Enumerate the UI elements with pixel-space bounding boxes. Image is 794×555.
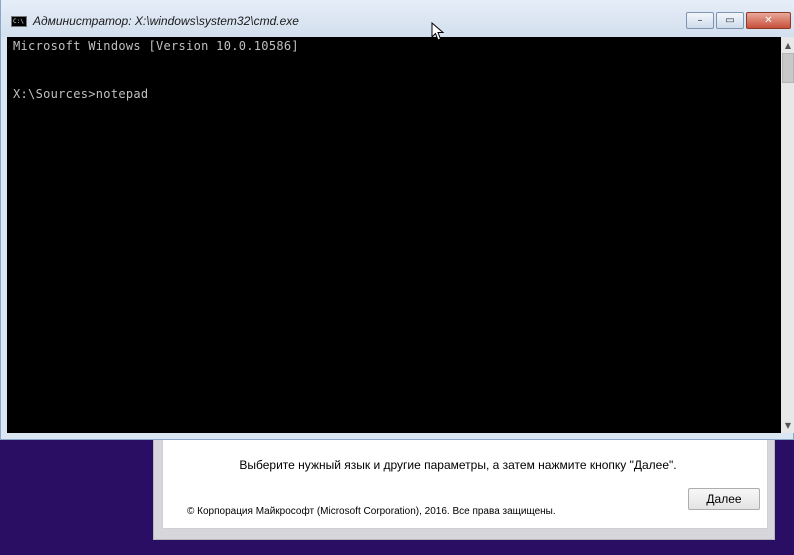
window-controls: – ▭ ✕ [684,12,791,31]
next-button[interactable]: Далее [688,488,760,510]
copyright-text: © Корпорация Майкрософт (Microsoft Corpo… [187,506,556,517]
title-bar[interactable]: C:\ Администратор: X:\windows\system32\c… [1,0,794,37]
setup-panel: Выберите нужный язык и другие параметры,… [162,439,768,529]
cmd-icon[interactable]: C:\ [11,16,27,27]
window-title: Администратор: X:\windows\system32\cmd.e… [33,14,299,28]
desktop-background: Выберите нужный язык и другие параметры,… [0,0,794,555]
minimize-button[interactable]: – [686,12,714,29]
maximize-button[interactable]: ▭ [716,12,744,29]
prompt-line: X:\Sources>notepad [13,87,149,101]
console-output[interactable]: Microsoft Windows [Version 10.0.10586] X… [7,37,781,433]
cmd-window[interactable]: C:\ Администратор: X:\windows\system32\c… [0,0,794,440]
scroll-thumb[interactable] [782,53,794,83]
scroll-down-arrow-icon[interactable]: ▼ [781,417,794,433]
setup-instruction-text: Выберите нужный язык и другие параметры,… [239,458,677,472]
mouse-cursor-icon [431,22,445,41]
scroll-up-arrow-icon[interactable]: ▲ [781,37,794,53]
close-button[interactable]: ✕ [746,12,791,29]
windows-setup-dialog: Выберите нужный язык и другие параметры,… [153,430,775,540]
vertical-scrollbar[interactable]: ▲ ▼ [781,37,794,433]
version-line: Microsoft Windows [Version 10.0.10586] [13,39,299,53]
